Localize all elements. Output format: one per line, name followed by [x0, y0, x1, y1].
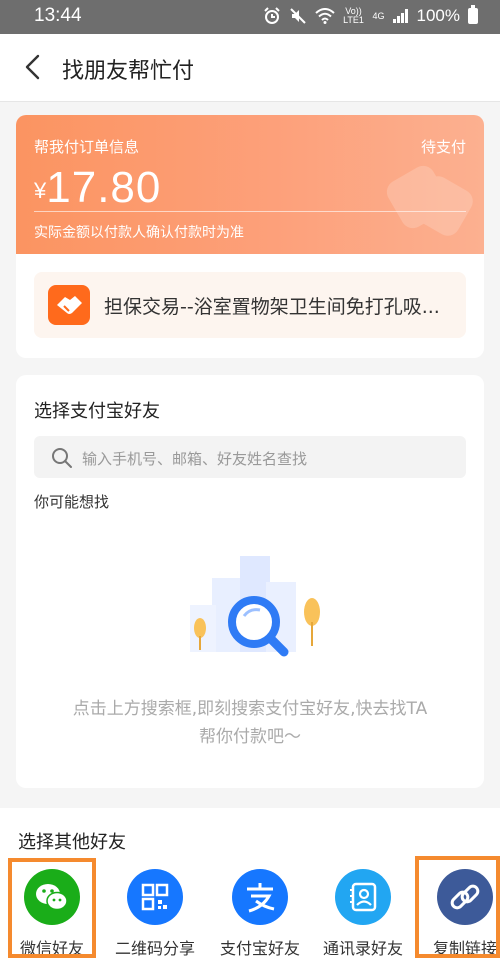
friend-search-input[interactable]: 输入手机号、邮箱、好友姓名查找: [34, 436, 466, 478]
wifi-icon: [314, 8, 335, 24]
alipay-friends-title: 选择支付宝好友: [34, 401, 160, 422]
highlight-frame-wechat: [8, 858, 96, 958]
share-qrcode-button[interactable]: 二维码分享: [105, 865, 205, 960]
status-time: 13:44: [34, 5, 82, 26]
share-contacts-button[interactable]: 通讯录好友: [313, 865, 413, 960]
nav-bar: 找朋友帮忙付: [0, 34, 500, 102]
share-alipay-friend-button[interactable]: 支付宝好友: [210, 865, 310, 960]
share-qrcode-label: 二维码分享: [114, 939, 195, 958]
contacts-icon: [335, 869, 391, 925]
order-summary-banner: 帮我付订单信息 待支付 ¥17.80 实际金额以付款人确认付款时为准: [16, 115, 484, 254]
product-title: 担保交易--浴室置物架卫生间免打孔吸...: [104, 296, 440, 318]
network-4g-indicator: 4G: [372, 10, 385, 21]
currency-symbol: ¥: [34, 178, 47, 203]
other-friends-title: 选择其他好友: [18, 832, 126, 853]
search-hint-line2: 帮你付款吧～: [199, 727, 301, 747]
status-icons: Vo)) LTE1 4G 100%: [263, 5, 478, 26]
alipay-friends-card: 选择支付宝好友 输入手机号、邮箱、好友姓名查找 你可能想找 点击上方搜索框,即刻…: [16, 375, 484, 788]
product-row[interactable]: 担保交易--浴室置物架卫生间免打孔吸...: [34, 272, 466, 338]
search-hint-line1: 点击上方搜索框,即刻搜索支付宝好友,快去找TA: [72, 699, 428, 719]
volte-indicator: Vo)) LTE1: [343, 6, 364, 25]
handshake-watermark-icon: [386, 165, 473, 236]
order-info-label: 帮我付订单信息: [34, 138, 140, 156]
battery-icon: [468, 5, 478, 24]
share-alipay-friend-label: 支付宝好友: [219, 939, 300, 958]
status-bar: 13:44 Vo)) LTE1 4G 100%: [0, 0, 500, 34]
amount-value: 17.80: [46, 163, 162, 212]
alipay-icon: [232, 869, 288, 925]
share-contacts-label: 通讯录好友: [322, 939, 403, 958]
order-card: 帮我付订单信息 待支付 ¥17.80 实际金额以付款人确认付款时为准 担保交易-…: [16, 115, 484, 358]
qrcode-icon: [127, 869, 183, 925]
search-icon: [52, 448, 72, 468]
signal-icon: [392, 9, 408, 23]
highlight-frame-copy-link: [415, 856, 500, 958]
search-hint: 点击上方搜索框,即刻搜索支付宝好友,快去找TA 帮你付款吧～: [16, 695, 484, 751]
mute-icon: [289, 8, 306, 24]
search-placeholder: 输入手机号、邮箱、好友姓名查找: [82, 450, 308, 468]
alarm-icon: [263, 7, 280, 24]
empty-search-illustration-icon: [190, 556, 320, 657]
order-status: 待支付: [420, 138, 466, 156]
battery-percent: 100%: [416, 6, 460, 25]
guarantee-handshake-icon: [48, 285, 90, 325]
back-arrow-icon[interactable]: [20, 53, 48, 81]
amount-note: 实际金额以付款人确认付款时为准: [34, 225, 244, 241]
suggestions-title: 你可能想找: [34, 493, 110, 511]
page-title: 找朋友帮忙付: [62, 58, 195, 83]
order-amount: ¥17.80: [34, 163, 161, 213]
